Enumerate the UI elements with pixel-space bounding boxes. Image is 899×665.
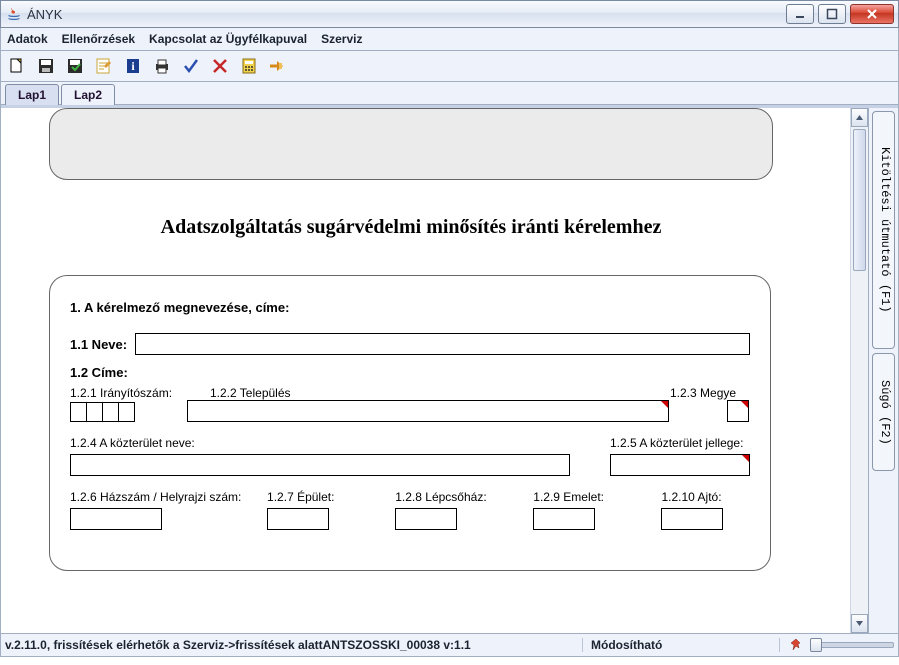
toolbar: i bbox=[0, 51, 899, 82]
field-1-2-6-input[interactable] bbox=[70, 508, 162, 530]
field-1-2-label: 1.2 Címe: bbox=[70, 365, 128, 380]
tab-lap1[interactable]: Lap1 bbox=[5, 84, 59, 105]
menu-adatok[interactable]: Adatok bbox=[7, 32, 48, 46]
status-mode: Módosítható bbox=[591, 638, 780, 652]
window-maximize-button[interactable] bbox=[818, 4, 846, 24]
toolbar-pointer-icon[interactable] bbox=[268, 55, 288, 77]
toolbar-calc-icon[interactable] bbox=[239, 55, 259, 77]
pin-icon[interactable] bbox=[788, 637, 804, 653]
field-1-2-10-label: 1.2.10 Ajtó: bbox=[661, 490, 750, 504]
java-icon bbox=[6, 6, 22, 22]
field-1-2-9-label: 1.2.9 Emelet: bbox=[533, 490, 641, 504]
tab-strip: Lap1 Lap2 bbox=[0, 82, 899, 105]
header-box bbox=[49, 108, 773, 180]
toolbar-save-check-icon[interactable] bbox=[65, 55, 85, 77]
postal-digit-3[interactable] bbox=[102, 402, 118, 422]
field-1-2-4-input[interactable] bbox=[70, 454, 570, 476]
field-1-2-7-label: 1.2.7 Épület: bbox=[267, 490, 375, 504]
scroll-up-button[interactable] bbox=[851, 108, 868, 127]
field-1-2-1-input[interactable] bbox=[70, 402, 135, 422]
scroll-down-button[interactable] bbox=[851, 614, 868, 633]
status-bar: v.2.11.0, frissítések elérhetők a Szervi… bbox=[0, 634, 899, 657]
document-title: Adatszolgáltatás sugárvédelmi minősítés … bbox=[11, 216, 811, 239]
field-1-2-1-label: 1.2.1 Irányítószám: bbox=[70, 386, 210, 400]
field-1-1-label: 1.1 Neve: bbox=[70, 337, 127, 352]
menu-kapcsolat[interactable]: Kapcsolat az Ügyfélkapuval bbox=[149, 32, 307, 46]
side-guide-panel[interactable]: Kitöltési útmutató (F1) bbox=[872, 111, 895, 349]
field-1-2-3-label: 1.2.3 Megye bbox=[670, 386, 750, 400]
zoom-slider[interactable] bbox=[812, 642, 894, 648]
menu-szerviz[interactable]: Szerviz bbox=[321, 32, 362, 46]
section-1-box: 1. A kérelmező megnevezése, címe: 1.1 Ne… bbox=[49, 275, 771, 571]
form-page: Adatszolgáltatás sugárvédelmi minősítés … bbox=[11, 108, 811, 571]
field-1-2-5-input[interactable] bbox=[610, 454, 750, 476]
field-1-2-8-label: 1.2.8 Lépcsőház: bbox=[395, 490, 513, 504]
postal-digit-2[interactable] bbox=[86, 402, 102, 422]
field-1-2-8-input[interactable] bbox=[395, 508, 457, 530]
vertical-scrollbar[interactable] bbox=[850, 108, 868, 633]
workspace: Adatszolgáltatás sugárvédelmi minősítés … bbox=[0, 108, 899, 634]
toolbar-delete-icon[interactable] bbox=[210, 55, 230, 77]
toolbar-new-icon[interactable] bbox=[7, 55, 27, 77]
field-1-2-9-input[interactable] bbox=[533, 508, 595, 530]
field-1-2-4-label: 1.2.4 A közterület neve: bbox=[70, 436, 570, 450]
toolbar-save-icon[interactable] bbox=[36, 55, 56, 77]
section-1-heading: 1. A kérelmező megnevezése, címe: bbox=[70, 300, 750, 315]
scroll-track[interactable] bbox=[851, 127, 868, 614]
field-1-2-7-input[interactable] bbox=[267, 508, 329, 530]
field-1-2-2-input[interactable] bbox=[187, 400, 669, 422]
window-titlebar: ÁNYK bbox=[0, 0, 899, 28]
document-viewport: Adatszolgáltatás sugárvédelmi minősítés … bbox=[1, 108, 850, 633]
field-1-2-3-input[interactable] bbox=[727, 400, 749, 422]
window-title: ÁNYK bbox=[27, 7, 62, 22]
toolbar-info-icon[interactable]: i bbox=[123, 55, 143, 77]
menu-bar: Adatok Ellenőrzések Kapcsolat az Ügyfélk… bbox=[0, 28, 899, 51]
postal-digit-1[interactable] bbox=[70, 402, 86, 422]
menu-ellenorzesek[interactable]: Ellenőrzések bbox=[62, 32, 135, 46]
scroll-thumb[interactable] bbox=[853, 129, 866, 271]
field-1-1-input[interactable] bbox=[135, 333, 750, 355]
field-1-2-2-label: 1.2.2 Település bbox=[210, 386, 670, 400]
side-help-panel[interactable]: Súgó (F2) bbox=[872, 353, 895, 471]
window-close-button[interactable] bbox=[850, 4, 894, 24]
postal-digit-4[interactable] bbox=[118, 402, 135, 422]
field-1-2-6-label: 1.2.6 Házszám / Helyrajzi szám: bbox=[70, 490, 247, 504]
tab-lap2[interactable]: Lap2 bbox=[61, 84, 115, 105]
toolbar-check-icon[interactable] bbox=[181, 55, 201, 77]
status-version: v.2.11.0, frissítések elérhetők a Szervi… bbox=[5, 638, 583, 652]
toolbar-print-icon[interactable] bbox=[152, 55, 172, 77]
field-1-2-10-input[interactable] bbox=[661, 508, 723, 530]
field-1-2-5-label: 1.2.5 A közterület jellege: bbox=[610, 436, 750, 450]
toolbar-edit-icon[interactable] bbox=[94, 55, 114, 77]
window-minimize-button[interactable] bbox=[786, 4, 814, 24]
side-panels: Kitöltési útmutató (F1) Súgó (F2) bbox=[868, 108, 898, 633]
